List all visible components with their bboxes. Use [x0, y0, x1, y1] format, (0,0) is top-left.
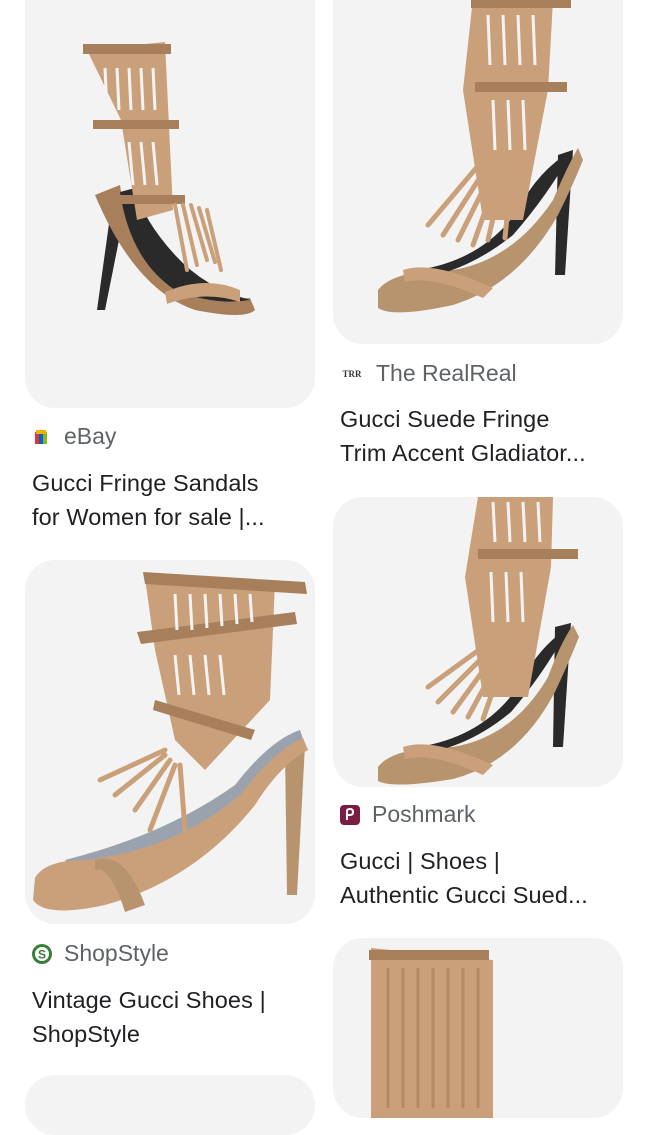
- result-source-shopstyle[interactable]: S ShopStyle: [32, 940, 169, 967]
- shopstyle-favicon-letter: S: [38, 947, 46, 961]
- therealreal-favicon: TRR: [342, 368, 362, 379]
- result-title-shopstyle[interactable]: Vintage Gucci Shoes | ShopStyle: [32, 983, 302, 1051]
- result-source-therealreal[interactable]: TRR The RealReal: [340, 360, 517, 387]
- result-image-poshmark[interactable]: [333, 497, 623, 787]
- result-title-poshmark[interactable]: Gucci | Shoes | Authentic Gucci Sued...: [340, 844, 618, 912]
- result-title-ebay[interactable]: Gucci Fringe Sandals for Women for sale …: [32, 466, 302, 534]
- fringe-sandal-image: [378, 497, 579, 785]
- source-name: eBay: [64, 423, 117, 449]
- result-image-partial-right[interactable]: [333, 938, 623, 1118]
- fringe-sandal-image: [83, 42, 255, 315]
- result-image-therealreal[interactable]: [333, 0, 623, 344]
- result-source-ebay[interactable]: eBay: [32, 423, 116, 450]
- result-image-shopstyle[interactable]: [25, 560, 315, 924]
- poshmark-favicon: [340, 804, 360, 825]
- source-name: The RealReal: [376, 360, 517, 386]
- result-source-poshmark[interactable]: Poshmark: [340, 801, 476, 828]
- ebay-favicon: [32, 427, 52, 447]
- fringe-sandal-image: [33, 572, 308, 912]
- fringe-sandal-image: [369, 948, 493, 1118]
- result-title-therealreal[interactable]: Gucci Suede Fringe Trim Accent Gladiator…: [340, 402, 618, 470]
- result-image-partial-left[interactable]: [25, 1075, 315, 1135]
- fringe-sandal-image: [378, 0, 583, 313]
- source-name: Poshmark: [372, 801, 476, 827]
- result-image-ebay[interactable]: [25, 0, 315, 408]
- shopstyle-favicon: S: [32, 943, 52, 964]
- source-name: ShopStyle: [64, 940, 169, 966]
